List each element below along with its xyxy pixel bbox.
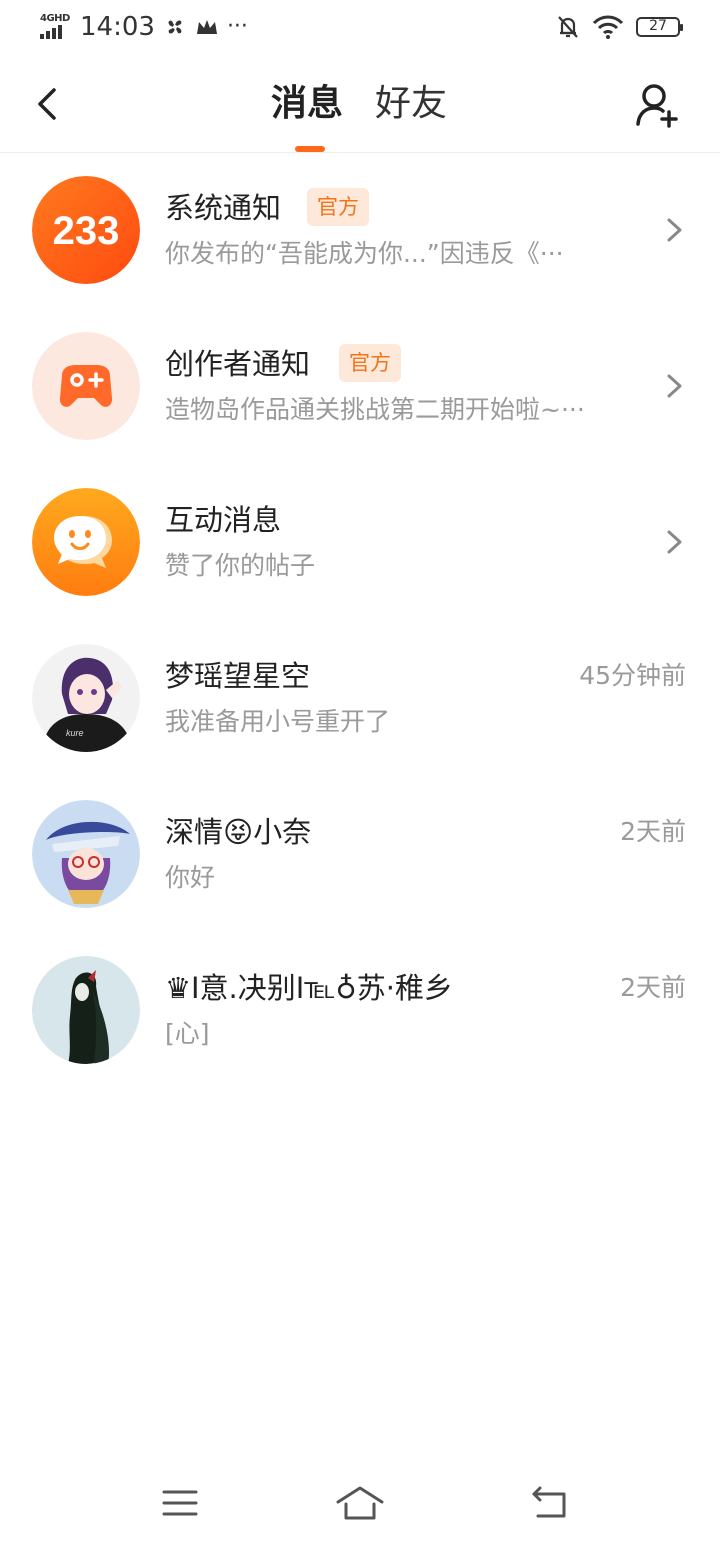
conversation-title: 系统通知 bbox=[165, 191, 282, 225]
tab-friends[interactable]: 好友 bbox=[375, 80, 447, 128]
message-preview: 赞了你的帖子 bbox=[165, 551, 316, 580]
home-icon[interactable] bbox=[332, 1478, 388, 1528]
message-list: 233 系统通知 官方 你发布的“吾能成为你...”因违反《··· 创作者通知 … bbox=[0, 152, 720, 1088]
tab-messages[interactable]: 消息 bbox=[271, 80, 343, 128]
message-preview: [心] bbox=[165, 1019, 210, 1048]
fan-icon bbox=[168, 20, 182, 34]
conversation-title: 创作者通知 bbox=[165, 347, 311, 381]
list-item-creator-notice[interactable]: 创作者通知 官方 造物岛作品通关挑战第二期开始啦~··· bbox=[0, 308, 720, 464]
add-friend-icon[interactable] bbox=[632, 80, 682, 130]
battery-level: 27 bbox=[649, 18, 667, 34]
list-item-conversation[interactable]: 深情😝小奈 2天前 你好 bbox=[0, 776, 720, 932]
chat-bubble-avatar-icon bbox=[32, 488, 140, 596]
battery-icon: 27 bbox=[636, 17, 683, 37]
system-navigation-bar bbox=[0, 1470, 720, 1540]
list-item-conversation[interactable]: kure 梦瑶望星空 45分钟前 我准备用小号重开了 bbox=[0, 620, 720, 776]
message-time: 45分钟前 bbox=[579, 661, 686, 690]
svg-text:kure: kure bbox=[66, 728, 84, 738]
message-preview: 你好 bbox=[165, 863, 216, 892]
message-time: 2天前 bbox=[620, 817, 686, 846]
cellular-signal-icon: 4GHD bbox=[38, 13, 72, 41]
list-item-conversation[interactable]: ♛I意.决别I℡♁苏·稚乡 2天前 [心] bbox=[0, 932, 720, 1088]
user-avatar bbox=[32, 956, 140, 1064]
message-time: 2天前 bbox=[620, 973, 686, 1002]
gamepad-avatar-icon bbox=[32, 332, 140, 440]
back-nav-icon[interactable] bbox=[522, 1478, 578, 1528]
wifi-icon bbox=[592, 15, 624, 39]
message-preview: 造物岛作品通关挑战第二期开始啦~··· bbox=[165, 395, 585, 424]
chevron-right-icon bbox=[667, 374, 682, 398]
system-notice-avatar: 233 bbox=[32, 176, 140, 284]
official-badge: 官方 bbox=[339, 344, 401, 382]
conversation-title: 互动消息 bbox=[165, 503, 282, 537]
user-avatar bbox=[32, 800, 140, 908]
conversation-title: ♛I意.决别I℡♁苏·稚乡 bbox=[165, 971, 453, 1005]
menu-icon[interactable] bbox=[152, 1478, 208, 1528]
chevron-right-icon bbox=[667, 530, 682, 554]
top-nav-header: 消息 好友 bbox=[0, 56, 720, 153]
bell-muted-icon bbox=[558, 16, 578, 38]
status-bar: 4GHD 14:03 ··· 27 bbox=[0, 0, 720, 56]
list-item-system-notice[interactable]: 233 系统通知 官方 你发布的“吾能成为你...”因违反《··· bbox=[0, 152, 720, 308]
official-badge: 官方 bbox=[307, 188, 369, 226]
conversation-title: 深情😝小奈 bbox=[165, 815, 312, 849]
crown-icon bbox=[196, 20, 217, 34]
back-arrow-icon[interactable] bbox=[30, 82, 66, 126]
message-preview: 你发布的“吾能成为你...”因违反《··· bbox=[165, 239, 564, 268]
list-item-interaction-messages[interactable]: 互动消息 赞了你的帖子 bbox=[0, 464, 720, 620]
chevron-right-icon bbox=[667, 218, 682, 242]
user-avatar: kure bbox=[32, 644, 140, 752]
message-preview: 我准备用小号重开了 bbox=[165, 707, 391, 736]
clock: 14:03 bbox=[80, 12, 155, 42]
network-type: 4GHD bbox=[40, 13, 70, 24]
conversation-title: 梦瑶望星空 bbox=[165, 659, 311, 693]
more-notifications-dots: ··· bbox=[226, 14, 248, 39]
avatar-233-text: 233 bbox=[53, 209, 120, 253]
